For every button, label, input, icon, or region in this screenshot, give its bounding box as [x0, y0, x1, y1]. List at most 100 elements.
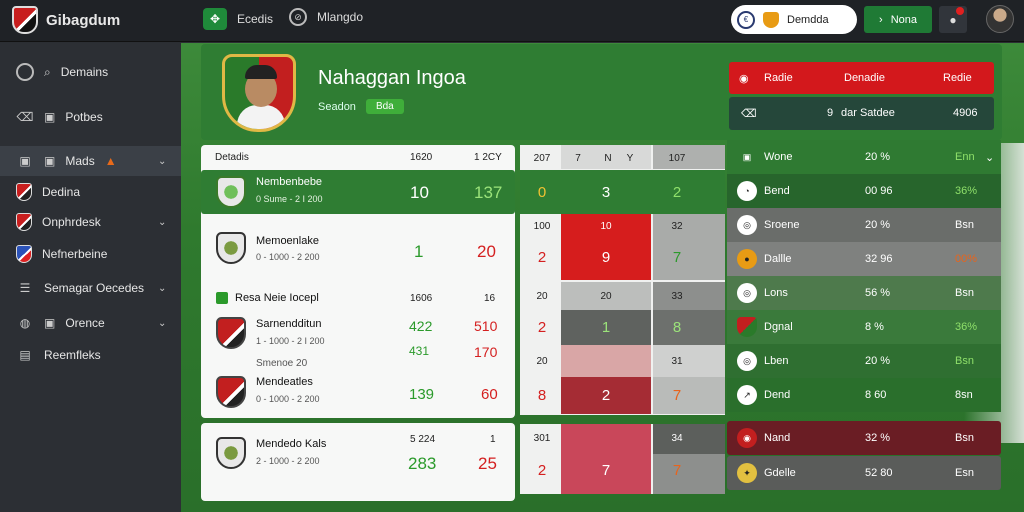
team-value-1: 1606 [410, 293, 433, 304]
shield-icon [737, 317, 757, 337]
list-item[interactable]: ◔ Bend 00 96 36% [727, 174, 1001, 208]
grid-cell[interactable]: 7 [653, 455, 701, 485]
grid-cell[interactable]: 2 [524, 310, 560, 345]
topbar-mlangdo[interactable]: ⊘ Mlangdo [289, 8, 363, 26]
app-logo[interactable]: Gibagdum [12, 6, 120, 34]
sidebar-item-label: Mads [65, 154, 95, 168]
nona-button[interactable]: › Nona [864, 6, 932, 33]
team-name[interactable]: Mendeatles [256, 376, 313, 388]
list-item[interactable]: ◎ Lons 56 % Bsn [727, 276, 1001, 310]
list-item-pct: 20 % [865, 355, 891, 367]
team-value-2: 170 [474, 344, 498, 360]
list-item[interactable]: ● Dallle 32 96 00% [727, 242, 1001, 276]
list-item[interactable]: Dgnal 8 % 36% [727, 310, 1001, 344]
grid-cell[interactable]: 2 [524, 455, 560, 485]
grid-cell[interactable]: 8 [653, 310, 701, 345]
grid-cell[interactable]: 20 [524, 345, 560, 377]
grid-cell[interactable]: 31 [653, 345, 701, 377]
team-value-2: 25 [478, 454, 497, 473]
sidebar-item-orence[interactable]: ◍ ▣ Orence ⌄ [0, 308, 181, 338]
table-row[interactable] [201, 170, 515, 214]
season-badge[interactable]: Bda [365, 99, 404, 114]
chevron-down-icon[interactable]: ⌄ [158, 156, 166, 167]
sidebar-item-label: Nefnerbeine [42, 247, 108, 261]
sidebar-item-mads[interactable]: ▣ ▣ Mads ▲ ⌄ [0, 146, 181, 176]
stat-bar-dark[interactable]: ⌫ 9 dar Satdee 4906 [729, 97, 994, 130]
user-avatar[interactable] [986, 5, 1014, 33]
grid-cell[interactable]: 33 [653, 282, 701, 310]
team-sub: 0 Sume - 2 I 200 [256, 194, 323, 204]
image-icon: ▣ [44, 154, 56, 168]
image-icon: ▣ [742, 151, 752, 162]
list-item[interactable]: ◉ Nand 32 % Bsn [727, 421, 1001, 455]
team-badge-icon [216, 376, 246, 408]
standings-header-col2: 1 2CY [474, 152, 502, 163]
trash-icon: ⌫ [741, 108, 757, 120]
grid-cell[interactable]: 7 [561, 455, 651, 485]
team-name[interactable]: Mendedo Kals [256, 438, 326, 450]
sidebar-item-semagar-oecedes[interactable]: ☰ Semagar Oecedes ⌄ [0, 273, 181, 303]
team-value-1: 10 [410, 183, 429, 202]
list-item-pct: 32 % [865, 432, 891, 444]
badge-icon [763, 11, 779, 28]
team-name[interactable]: Sarnendditun [256, 318, 321, 330]
team-value-1: 422 [409, 318, 433, 334]
grid-cell[interactable]: 1 [561, 310, 651, 345]
list-item[interactable]: ↗ Dend 8 60 8sn [727, 378, 1001, 412]
menu-icon: ☰ [19, 281, 31, 295]
standings-card-bottom [201, 423, 515, 501]
grid-cell[interactable]: 2 [653, 170, 701, 214]
grid-cell[interactable]: 20 [524, 282, 560, 310]
account-pill-label: Demdda [787, 13, 829, 26]
grid-cell[interactable]: 8 [524, 377, 560, 414]
sidebar-item-reemfleks[interactable]: ▤ Reemfleks [0, 340, 181, 370]
sidebar-item-dedina[interactable]: Dedina [0, 177, 181, 207]
bell-icon: ● [949, 12, 957, 27]
team-name[interactable]: Memoenlake [256, 235, 319, 247]
team-sub: 1 - 1000 - 2 I 200 [256, 336, 325, 346]
grid-cell[interactable]: 3 [561, 170, 651, 214]
notifications-button[interactable]: ● [939, 6, 967, 33]
grid-cell[interactable]: 2 [561, 377, 651, 414]
team-name[interactable]: Resa Neie Iocepl [235, 292, 319, 304]
list-item[interactable]: ✦ Gdelle 52 80 Esn [727, 456, 1001, 490]
list-item-name: Lons [764, 287, 788, 299]
sidebar-item-label: Reemfleks [44, 348, 101, 362]
sidebar-item-onphrdesk[interactable]: Onphrdesk ⌄ [0, 207, 181, 237]
sidebar-item-potbes[interactable]: ⌫ ▣ Potbes [0, 102, 181, 132]
grid-cell-top: 34 [671, 432, 683, 444]
team-name[interactable]: Smenoe 20 [256, 358, 307, 369]
share-icon: ✥ [203, 8, 227, 30]
team-value-1: 431 [409, 344, 430, 358]
list-item-val: Enn [955, 151, 975, 163]
chevron-down-icon[interactable]: ⌄ [158, 318, 166, 329]
list-item[interactable]: ◎ Sroene 20 % Bsn [727, 208, 1001, 242]
target-icon: ◎ [737, 283, 757, 303]
list-item[interactable]: ▣ Wone 20 % Enn ⌄ [727, 140, 1001, 174]
grid-cell-top: 32 [671, 220, 683, 232]
sidebar-item-label: Potbes [65, 110, 103, 124]
chevron-down-icon[interactable]: ⌄ [158, 283, 166, 294]
chevron-down-icon[interactable]: ⌄ [158, 217, 166, 228]
grid-cell[interactable]: 2 [524, 242, 560, 272]
team-value-2: 60 [481, 386, 498, 403]
list-item-val: 00% [955, 253, 978, 265]
grid-cell[interactable]: 9 [561, 242, 651, 272]
team-top-2: 1 [490, 434, 496, 445]
sidebar-item-demains[interactable]: ⌕ Demains [0, 57, 181, 87]
team-badge-icon [216, 232, 246, 264]
list-item[interactable]: ◎ Lben 20 % Bsn [727, 344, 1001, 378]
grid-cell[interactable]: 7 [653, 242, 701, 272]
list-item-pct: 32 96 [865, 253, 893, 265]
grid-cell[interactable]: 20 [561, 282, 651, 310]
team-sub: 0 - 1000 - 2 200 [256, 252, 320, 262]
grid-cell[interactable]: 0 [524, 170, 560, 214]
team-crest-icon[interactable] [222, 54, 296, 132]
topbar-ecedis[interactable]: ✥ Ecedis [203, 8, 273, 30]
stat-bar-red[interactable]: ◉ Radie Denadie Redie [729, 62, 994, 94]
stat-red-a: Radie [764, 72, 793, 84]
sidebar-item-nefnerbeine[interactable]: Nefnerbeine [0, 239, 181, 269]
chevron-down-icon[interactable]: ⌄ [985, 151, 994, 164]
account-pill[interactable]: € Demdda [731, 5, 857, 34]
grid-cell[interactable]: 7 [653, 377, 701, 414]
